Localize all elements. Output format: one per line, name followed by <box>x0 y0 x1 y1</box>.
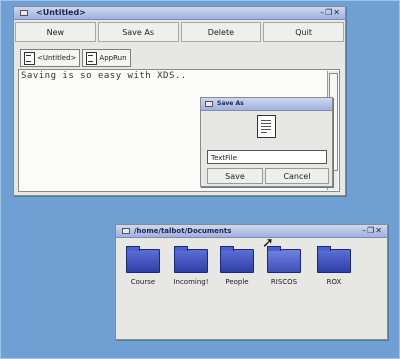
tab-apprun[interactable]: AppRun <box>82 49 131 67</box>
folder-label: Course <box>130 278 156 286</box>
document-icon[interactable] <box>257 115 276 138</box>
folder-icon <box>267 246 301 273</box>
filer-title: /home/talbot/Documents <box>134 227 232 235</box>
folder-item[interactable]: Course <box>120 245 166 286</box>
save-dialog-title: Save As <box>217 100 244 107</box>
window-icon <box>122 228 130 234</box>
new-button[interactable]: New <box>15 22 96 42</box>
tab-untitled-label: <Untitled> <box>37 54 77 62</box>
filer-titlebar[interactable]: /home/talbot/Documents –❐✕ <box>116 225 387 238</box>
folder-icon <box>126 246 160 273</box>
window-icon <box>205 101 213 107</box>
folder-icon <box>220 246 254 273</box>
folder-label: ROX <box>326 278 342 286</box>
filer-window: /home/talbot/Documents –❐✕ Course Incomi… <box>115 224 388 340</box>
file-icon <box>86 51 98 65</box>
folder-label: People <box>225 278 249 286</box>
delete-button[interactable]: Delete <box>180 22 262 42</box>
folder-item[interactable]: People <box>214 245 260 286</box>
folder-label: RISCOS <box>270 278 298 286</box>
editor-titlebar[interactable]: <Untitled> –❐✕ <box>14 7 345 20</box>
save-as-dialog: Save As TextFile Save Cancel <box>200 97 333 187</box>
save-dialog-titlebar[interactable]: Save As <box>201 98 332 111</box>
editor-text: Saving is so easy with XDS.. <box>21 71 187 81</box>
folder-icon <box>174 246 208 273</box>
filename-input[interactable]: TextFile <box>207 150 327 164</box>
editor-toolbar: New Save As Delete Quit <box>14 22 345 42</box>
window-controls[interactable]: –❐✕ <box>320 7 341 19</box>
folder-icon <box>317 246 351 273</box>
cancel-button[interactable]: Cancel <box>265 168 329 184</box>
folder-label: Incoming! <box>173 278 209 286</box>
file-icon <box>24 51 35 65</box>
filer-items: Course Incoming! People RISCOS ROX ➚ <box>116 235 387 335</box>
drag-cursor-icon: ➚ <box>262 235 274 251</box>
save-button[interactable]: Save <box>207 168 263 184</box>
folder-item[interactable]: ROX <box>311 245 357 286</box>
window-icon <box>20 10 28 16</box>
folder-item[interactable]: RISCOS <box>261 245 307 286</box>
tab-untitled[interactable]: <Untitled> <box>20 49 81 67</box>
tab-apprun-label: AppRun <box>99 54 127 62</box>
quit-button[interactable]: Quit <box>263 22 344 42</box>
file-tabs: <Untitled> AppRun <box>20 49 131 67</box>
editor-title: <Untitled> <box>36 8 86 17</box>
window-controls[interactable]: –❐✕ <box>362 225 383 237</box>
folder-item[interactable]: Incoming! <box>168 245 214 286</box>
save-as-button[interactable]: Save As <box>97 22 179 42</box>
